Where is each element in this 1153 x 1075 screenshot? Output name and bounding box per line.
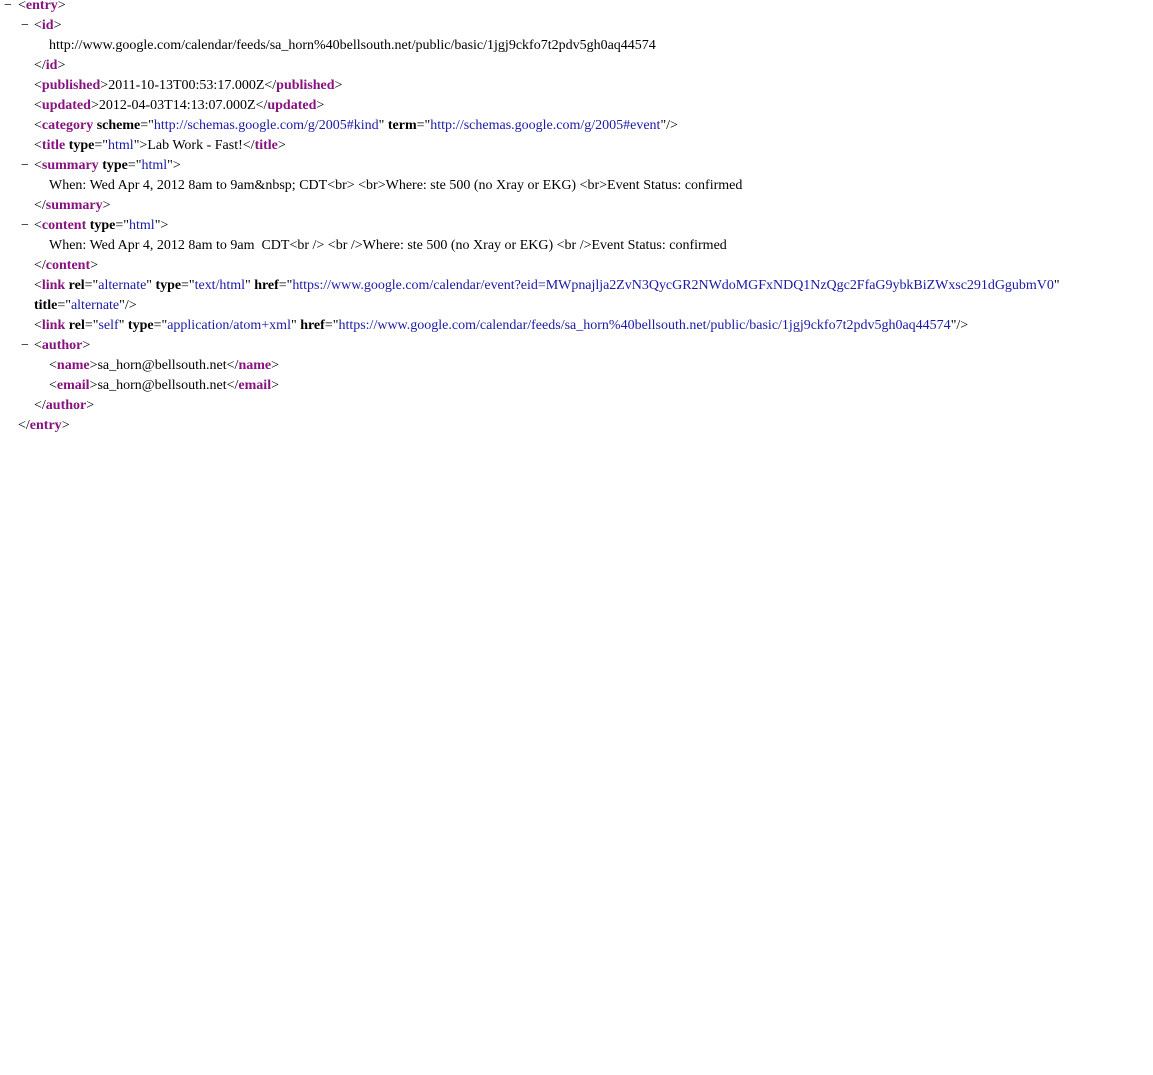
- id-open-tag: <id>: [34, 18, 62, 33]
- author-email-text: sa_horn@bellsouth.net: [97, 378, 227, 393]
- author-email-element: <email>sa_horn@bellsouth.net</email>: [49, 378, 279, 393]
- link-self-element: <link rel="self" type="application/atom+…: [34, 318, 969, 333]
- collapse-summary-toggle[interactable]: −: [19, 156, 31, 176]
- summary-open-tag: <summary type="html">: [34, 158, 181, 173]
- updated-element: <updated>2012-04-03T14:13:07.000Z</updat…: [34, 98, 325, 113]
- category-term-value: http://schemas.google.com/g/2005#event: [430, 118, 661, 133]
- updated-text: 2012-04-03T14:13:07.000Z: [98, 98, 256, 113]
- collapse-entry-toggle[interactable]: −: [2, 0, 14, 16]
- entry-close-tag: </entry>: [18, 418, 70, 433]
- collapse-id-toggle[interactable]: −: [19, 16, 31, 36]
- collapse-content-toggle[interactable]: −: [19, 216, 31, 236]
- id-text: http://www.google.com/calendar/feeds/sa_…: [49, 38, 656, 53]
- collapse-author-toggle[interactable]: −: [19, 336, 31, 356]
- category-scheme-value: http://schemas.google.com/g/2005#kind: [153, 118, 379, 133]
- title-element: <title type="html">Lab Work - Fast!</tit…: [34, 138, 286, 153]
- summary-text: When: Wed Apr 4, 2012 8am to 9am&nbsp; C…: [49, 178, 743, 193]
- author-name-element: <name>sa_horn@bellsouth.net</name>: [49, 358, 280, 373]
- link-self-href: https://www.google.com/calendar/feeds/sa…: [338, 318, 951, 333]
- author-name-text: sa_horn@bellsouth.net: [97, 358, 227, 373]
- published-text: 2011-10-13T00:53:17.000Z: [108, 78, 265, 93]
- link-alternate-title-attr: title="alternate"/>: [34, 298, 137, 313]
- link-alternate-href: https://www.google.com/calendar/event?ei…: [292, 278, 1054, 293]
- entry-open-tag: <entry>: [18, 0, 66, 13]
- link-alternate-element: <link rel="alternate" type="text/html" h…: [34, 278, 1060, 293]
- title-text: Lab Work - Fast!: [147, 138, 243, 153]
- content-open-tag: <content type="html">: [34, 218, 169, 233]
- content-close-tag: </content>: [34, 258, 99, 273]
- published-element: <published>2011-10-13T00:53:17.000Z</pub…: [34, 78, 343, 93]
- author-close-tag: </author>: [34, 398, 95, 413]
- id-close-tag: </id>: [34, 58, 66, 73]
- author-open-tag: <author>: [34, 338, 91, 353]
- summary-close-tag: </summary>: [34, 198, 111, 213]
- content-text: When: Wed Apr 4, 2012 8am to 9am CDT<br …: [49, 238, 727, 253]
- category-element: <category scheme="http://schemas.google.…: [34, 118, 678, 133]
